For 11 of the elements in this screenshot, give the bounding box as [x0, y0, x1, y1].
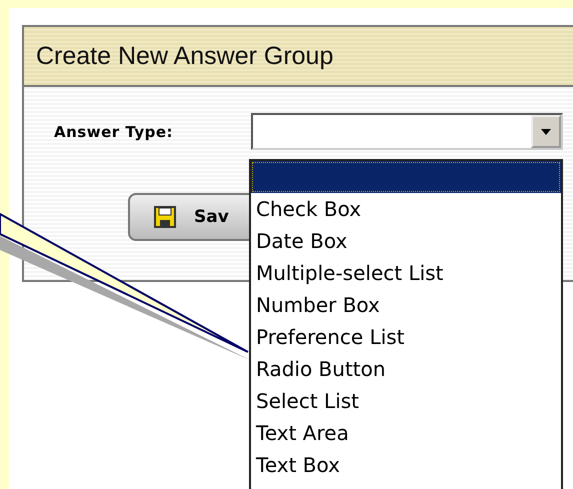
dropdown-option[interactable]: Text Box	[251, 449, 561, 481]
answer-type-select[interactable]	[251, 113, 563, 150]
dropdown-option[interactable]	[251, 161, 561, 193]
dropdown-option[interactable]: Preference List	[251, 321, 561, 353]
dropdown-option[interactable]: Number Box	[251, 289, 561, 321]
dropdown-option[interactable]: Multiple-select List	[251, 257, 561, 289]
dropdown-option[interactable]: Text Area	[251, 417, 561, 449]
dropdown-option[interactable]: Radio Button	[251, 353, 561, 385]
panel-title: Create New Answer Group	[24, 27, 573, 87]
dropdown-option[interactable]: Select List	[251, 385, 561, 417]
field-label: Answer Type:	[54, 122, 174, 140]
